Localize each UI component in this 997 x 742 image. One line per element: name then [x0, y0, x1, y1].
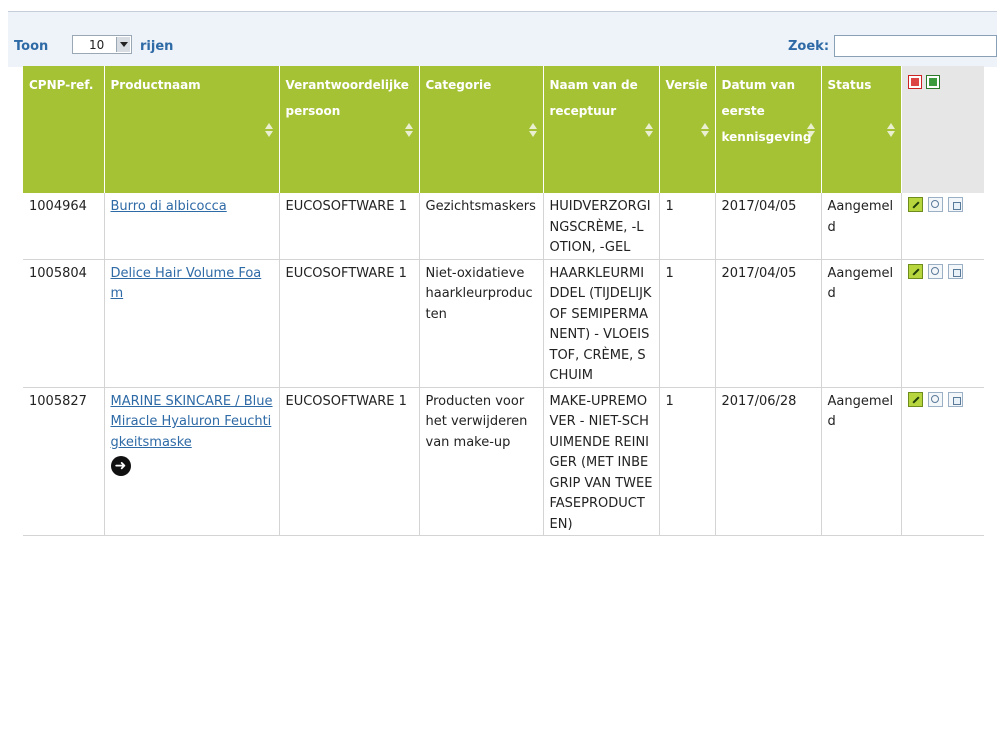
- page-size-select[interactable]: 10: [72, 35, 132, 54]
- col-header-person[interactable]: Verantwoordelijke persoon: [279, 66, 420, 193]
- search-input[interactable]: [834, 35, 997, 57]
- cell-version: 1: [659, 387, 716, 536]
- view-icon[interactable]: [927, 391, 943, 407]
- cell-person: EUCOSOFTWARE 1: [279, 387, 420, 536]
- row-actions: [907, 263, 979, 282]
- page-size-value: 10: [89, 38, 105, 52]
- col-header-version[interactable]: Versie: [659, 66, 716, 193]
- products-table: CPNP-ref. Productnaam Verantwoordelijke …: [23, 66, 984, 536]
- sort-icon[interactable]: [806, 121, 815, 139]
- edit-icon[interactable]: [907, 197, 923, 212]
- cell-frame: HUIDVERZORGINGSCRÈME, -LOTION, -GEL: [543, 193, 660, 260]
- copy-icon[interactable]: [947, 263, 963, 279]
- show-label: Toon: [14, 39, 49, 54]
- cell-ref: 1004964: [23, 193, 105, 260]
- cell-frame: HAARKLEURMIDDEL (TIJDELIJK OF SEMIPERMAN…: [543, 259, 660, 388]
- copy-icon[interactable]: [947, 197, 963, 212]
- col-header-ref[interactable]: CPNP-ref.: [23, 66, 105, 193]
- col-header-ref-label: CPNP-ref.: [29, 78, 94, 92]
- col-header-frame-label: Naam van de receptuur: [549, 78, 638, 118]
- row-actions: [907, 197, 979, 215]
- cell-name: MARINE SKINCARE / BlueMiracle Hyaluron F…: [104, 387, 280, 536]
- sort-icon[interactable]: [404, 121, 413, 139]
- chevron-down-icon[interactable]: [116, 37, 130, 52]
- col-header-date-label: Datum van eerste kennisgeving: [721, 78, 812, 144]
- edit-icon[interactable]: [907, 391, 923, 407]
- col-header-date[interactable]: Datum van eerste kennisgeving: [715, 66, 822, 193]
- cell-actions: [901, 387, 984, 536]
- header-row: CPNP-ref. Productnaam Verantwoordelijke …: [23, 66, 984, 193]
- exit-icon[interactable]: ➜: [110, 456, 131, 476]
- col-header-version-label: Versie: [665, 78, 708, 92]
- table-row: 1004964 Burro di albicocca EUCOSOFTWARE …: [23, 193, 984, 260]
- col-header-frame[interactable]: Naam van de receptuur: [543, 66, 660, 193]
- cell-ref: 1005804: [23, 259, 105, 388]
- cell-frame: MAKE-UPREMOVER - NIET-SCHUIMENDE REINIGE…: [543, 387, 660, 536]
- cell-name: Burro di albicocca: [104, 193, 280, 260]
- cell-status: Aangemeld: [821, 387, 902, 536]
- col-header-actions: [901, 66, 984, 193]
- product-link[interactable]: Burro di albicocca: [111, 199, 227, 214]
- cell-category: Gezichtsmaskers: [419, 193, 544, 260]
- cell-actions: [901, 193, 984, 260]
- sort-icon[interactable]: [886, 121, 895, 139]
- product-link[interactable]: MARINE SKINCARE / BlueMiracle Hyaluron F…: [111, 394, 273, 450]
- copy-icon[interactable]: [947, 391, 963, 407]
- cell-category: Producten voor het verwijderen van make-…: [419, 387, 544, 536]
- row-actions: [907, 391, 979, 410]
- edit-icon[interactable]: [907, 263, 923, 279]
- cell-person: EUCOSOFTWARE 1: [279, 193, 420, 260]
- col-header-person-label: Verantwoordelijke persoon: [285, 78, 409, 118]
- sort-icon[interactable]: [264, 121, 273, 139]
- excel-icon[interactable]: [925, 75, 940, 89]
- table-toolbar: Toon 10 rijen Zoek:: [8, 11, 997, 67]
- cell-status: Aangemeld: [821, 259, 902, 388]
- cell-version: 1: [659, 193, 716, 260]
- col-header-status-label: Status: [827, 78, 872, 92]
- col-header-status[interactable]: Status: [821, 66, 902, 193]
- cell-category: Niet-oxidatieve haarkleurproducten: [419, 259, 544, 388]
- table-row: 1005804 Delice Hair Volume Foam EUCOSOFT…: [23, 259, 984, 388]
- cell-version: 1: [659, 259, 716, 388]
- search-label: Zoek:: [788, 39, 830, 54]
- cell-actions: [901, 259, 984, 388]
- cell-name: Delice Hair Volume Foam: [104, 259, 280, 388]
- cell-status: Aangemeld: [821, 193, 902, 260]
- sort-icon[interactable]: [528, 121, 537, 139]
- cell-date: 2017/04/05: [715, 193, 822, 260]
- pdf-icon[interactable]: [907, 75, 922, 89]
- sort-icon[interactable]: [700, 121, 709, 139]
- cell-ref: 1005827: [23, 387, 105, 536]
- col-header-category[interactable]: Categorie: [419, 66, 544, 193]
- table-row: 1005827 MARINE SKINCARE / BlueMiracle Hy…: [23, 387, 984, 536]
- col-header-name-label: Productnaam: [110, 78, 201, 92]
- col-header-name[interactable]: Productnaam: [104, 66, 280, 193]
- sort-icon[interactable]: [644, 121, 653, 139]
- product-link[interactable]: Delice Hair Volume Foam: [111, 266, 262, 302]
- view-icon[interactable]: [927, 263, 943, 279]
- rows-label: rijen: [140, 39, 174, 54]
- col-header-category-label: Categorie: [425, 78, 492, 92]
- view-icon[interactable]: [927, 197, 943, 212]
- cell-person: EUCOSOFTWARE 1: [279, 259, 420, 388]
- cell-date: 2017/04/05: [715, 259, 822, 388]
- cell-date: 2017/06/28: [715, 387, 822, 536]
